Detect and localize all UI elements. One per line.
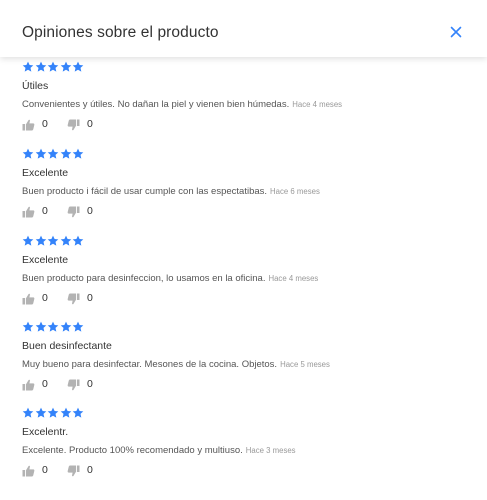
review-date: Hace 5 meses [280, 360, 330, 369]
star-rating [22, 147, 85, 159]
star-icon [35, 320, 47, 332]
dislike-count: 0 [87, 205, 93, 217]
star-icon [72, 320, 84, 332]
star-icon [47, 147, 59, 159]
star-icon [35, 60, 47, 72]
like-button[interactable]: 0 [22, 292, 52, 306]
review-body: Convenientes y útiles. No dañan la piel … [22, 99, 290, 110]
modal-header: Opiniones sobre el producto [0, 0, 487, 57]
review-item: Buen desinfectante Muy bueno para desinf… [22, 320, 472, 400]
review-date: Hace 6 meses [270, 187, 320, 196]
like-count: 0 [42, 292, 48, 304]
reviews-list[interactable]: Útiles Convenientes y útiles. No dañan l… [0, 57, 487, 500]
review-title: Buen desinfectante [22, 340, 112, 352]
dislike-count: 0 [87, 118, 93, 130]
dislike-button[interactable]: 0 [67, 118, 97, 132]
like-button[interactable]: 0 [22, 378, 52, 392]
dislike-button[interactable]: 0 [67, 378, 97, 392]
star-icon [47, 320, 59, 332]
star-rating [22, 406, 85, 418]
star-icon [47, 234, 59, 246]
star-icon [72, 147, 84, 159]
star-icon [22, 147, 34, 159]
review-item: Excelente Buen producto i fácil de usar … [22, 147, 472, 227]
review-date: Hace 3 meses [245, 446, 296, 455]
review-body: Buen producto para desinfeccion, lo usam… [22, 273, 266, 284]
review-title: Excelentr. [22, 426, 69, 438]
dislike-count: 0 [87, 292, 93, 304]
star-icon [60, 406, 72, 418]
star-icon [60, 147, 72, 159]
review-date: Hace 4 meses [268, 274, 319, 283]
like-count: 0 [42, 464, 48, 476]
modal-title: Opiniones sobre el producto [22, 24, 219, 41]
dislike-button[interactable]: 0 [67, 292, 97, 306]
dislike-count: 0 [87, 378, 93, 390]
dislike-count: 0 [87, 464, 93, 476]
review-title: Excelente [22, 254, 69, 266]
review-text: Buen producto i fácil de usar cumple con… [22, 186, 320, 197]
review-text: Convenientes y útiles. No dañan la piel … [22, 99, 342, 110]
close-button[interactable] [449, 25, 463, 39]
star-icon [35, 406, 47, 418]
like-count: 0 [42, 378, 48, 390]
close-icon [450, 26, 462, 38]
star-icon [22, 60, 34, 72]
star-icon [47, 60, 59, 72]
review-body: Excelente. Producto 100% recomendado y m… [22, 445, 243, 456]
review-text: Buen producto para desinfeccion, lo usam… [22, 273, 318, 284]
dislike-button[interactable]: 0 [67, 205, 97, 219]
star-icon [60, 60, 72, 72]
review-body: Buen producto i fácil de usar cumple con… [22, 186, 268, 197]
review-body: Muy bueno para desinfectar. Mesones de l… [22, 359, 278, 370]
like-button[interactable]: 0 [22, 118, 52, 132]
star-icon [60, 320, 72, 332]
review-item: Excelentr. Excelente. Producto 100% reco… [22, 406, 472, 486]
review-item: Útiles Convenientes y útiles. No dañan l… [22, 60, 472, 140]
star-icon [47, 406, 59, 418]
star-icon [72, 234, 84, 246]
star-icon [22, 320, 34, 332]
star-rating [22, 320, 85, 332]
review-text: Excelente. Producto 100% recomendado y m… [22, 445, 296, 456]
star-icon [72, 60, 84, 72]
like-count: 0 [42, 205, 48, 217]
star-icon [72, 406, 84, 418]
star-icon [22, 234, 34, 246]
star-icon [35, 234, 47, 246]
like-button[interactable]: 0 [22, 205, 52, 219]
star-rating [22, 234, 85, 246]
like-count: 0 [42, 118, 48, 130]
dislike-button[interactable]: 0 [67, 464, 97, 478]
like-button[interactable]: 0 [22, 464, 52, 478]
review-title: Útiles [22, 80, 49, 92]
star-rating [22, 60, 85, 72]
review-title: Excelente [22, 167, 69, 179]
star-icon [60, 234, 72, 246]
star-icon [35, 147, 47, 159]
review-date: Hace 4 meses [292, 100, 343, 109]
star-icon [22, 406, 34, 418]
review-item: Excelente Buen producto para desinfeccio… [22, 234, 472, 314]
review-text: Muy bueno para desinfectar. Mesones de l… [22, 359, 330, 370]
